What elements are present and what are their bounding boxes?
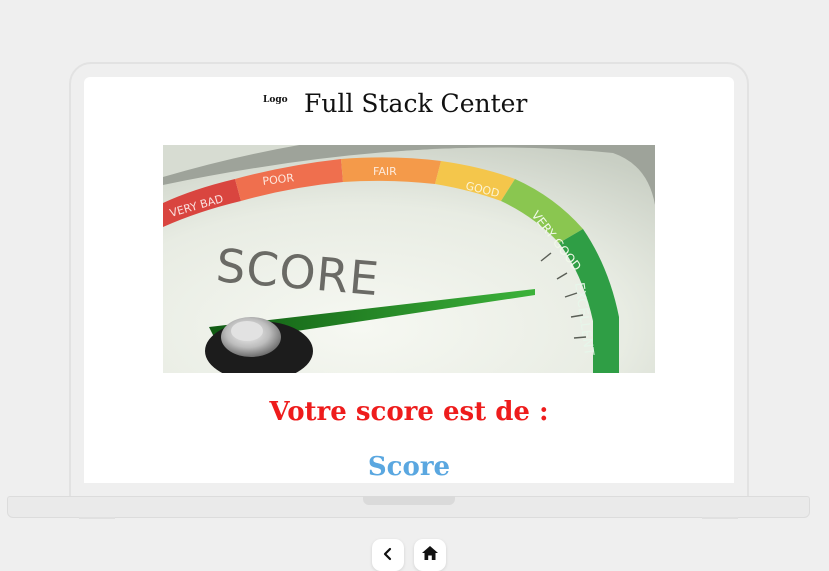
home-button[interactable] (414, 539, 446, 571)
logo[interactable]: Logo (263, 95, 288, 105)
back-button[interactable] (372, 539, 404, 571)
score-gauge-image: VERY BAD POOR FAIR GOOD VERY GOOD EXCELL… (163, 145, 655, 373)
scale-label-fair: FAIR (373, 165, 397, 178)
home-icon (421, 545, 439, 565)
site-title: Full Stack Center (304, 89, 528, 118)
laptop-foot-left (79, 517, 115, 519)
chevron-left-icon (382, 546, 394, 565)
laptop-base-notch (363, 496, 455, 505)
laptop-screen: Logo Full Stack Center VERY BAD POOR FAI… (84, 77, 734, 483)
score-value: Score (367, 452, 451, 482)
laptop-foot-right (702, 517, 738, 519)
score-heading: Votre score est de : (269, 397, 549, 427)
